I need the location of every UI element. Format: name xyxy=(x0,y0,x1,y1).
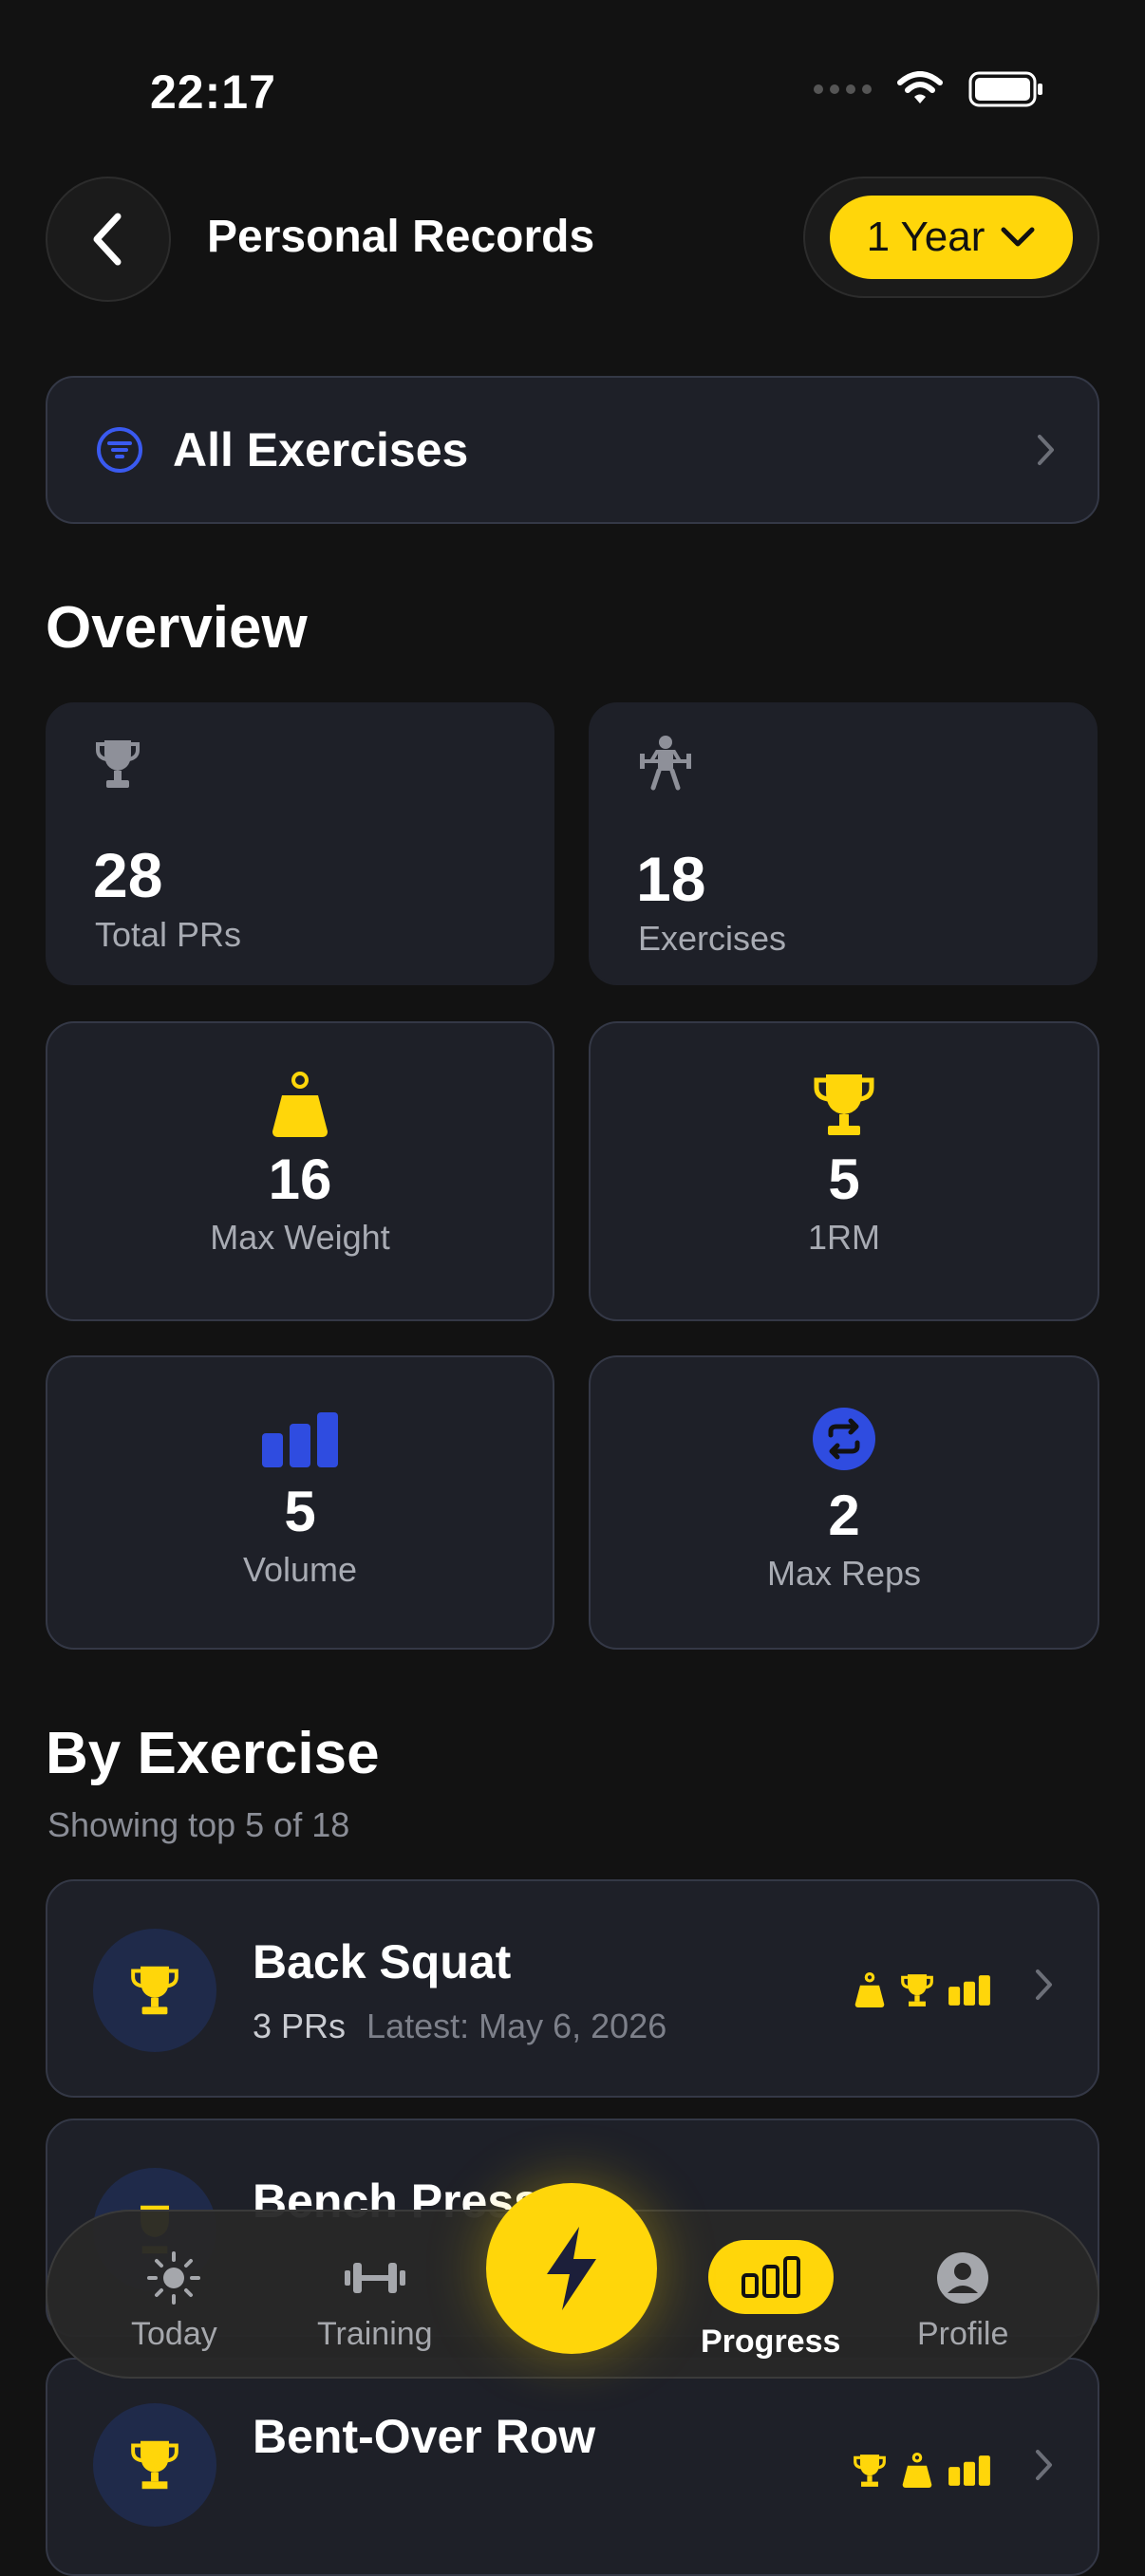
exercise-avatar xyxy=(93,2403,216,2527)
bar-chart-icon xyxy=(741,2256,800,2298)
exercise-name: Bent-Over Row xyxy=(253,2410,596,2463)
weightlifter-icon xyxy=(640,736,691,791)
trophy-icon xyxy=(901,1974,933,2007)
tab-progress[interactable]: Progress xyxy=(701,2240,840,2361)
one-rm-label: 1RM xyxy=(807,1218,880,1257)
period-selector: 1 Year xyxy=(803,177,1099,298)
by-exercise-title: By Exercise xyxy=(46,1721,380,1786)
exercise-filter[interactable]: All Exercises xyxy=(46,376,1099,524)
quick-action-button[interactable] xyxy=(486,2183,657,2354)
cellular-signal-icon xyxy=(814,84,872,94)
page-title: Personal Records xyxy=(207,212,595,262)
sun-icon xyxy=(147,2251,201,2305)
exercises-label: Exercises xyxy=(638,919,787,958)
exercises-value: 18 xyxy=(636,844,706,914)
bar-chart-icon xyxy=(948,2455,990,2486)
max-weight-value: 16 xyxy=(268,1148,332,1211)
exercise-avatar xyxy=(93,1929,216,2052)
pr-type-icons xyxy=(853,2453,991,2489)
kettlebell-icon xyxy=(272,1072,328,1137)
progress-pill xyxy=(707,2240,834,2314)
exercise-row-bent-over-row[interactable]: Bent-Over Row xyxy=(46,2358,1099,2576)
exercise-name: Back Squat xyxy=(253,1935,512,1988)
max-reps-card[interactable]: 2 Max Reps xyxy=(589,1355,1099,1650)
volume-card[interactable]: 5 Volume xyxy=(46,1355,554,1650)
battery-icon xyxy=(968,71,1042,107)
by-exercise-subtitle: Showing top 5 of 18 xyxy=(47,1805,350,1844)
max-reps-value: 2 xyxy=(828,1484,860,1547)
wifi-icon xyxy=(897,71,943,103)
back-button[interactable] xyxy=(46,177,171,302)
one-rm-card[interactable]: 5 1RM xyxy=(589,1021,1099,1321)
tab-today[interactable]: Today xyxy=(131,2249,217,2353)
one-rm-value: 5 xyxy=(828,1148,860,1211)
max-reps-label: Max Reps xyxy=(766,1554,922,1593)
pr-type-icons xyxy=(853,1972,991,2008)
repeat-icon xyxy=(813,1408,875,1470)
total-prs-card: 28 Total PRs xyxy=(46,702,554,985)
total-prs-value: 28 xyxy=(93,840,163,910)
exercise-latest-date: Latest: May 6, 2026 xyxy=(366,2007,667,2045)
tab-training[interactable]: Training xyxy=(317,2249,433,2353)
tab-progress-label: Progress xyxy=(701,2324,841,2360)
period-dropdown-button[interactable]: 1 Year xyxy=(830,196,1073,279)
chevron-down-icon xyxy=(1001,227,1035,247)
trophy-icon xyxy=(131,1966,178,2015)
total-prs-label: Total PRs xyxy=(95,915,242,954)
trophy-icon xyxy=(96,740,140,788)
chevron-right-icon xyxy=(1036,2450,1052,2480)
volume-label: Volume xyxy=(242,1550,358,1589)
bar-chart-icon xyxy=(262,1412,338,1467)
max-weight-label: Max Weight xyxy=(210,1218,390,1257)
exercise-meta: 3 PRs Latest: May 6, 2026 xyxy=(253,2007,666,2046)
status-time: 22:17 xyxy=(150,65,276,119)
bar-chart-icon xyxy=(948,1975,990,2006)
exercises-card: 18 Exercises xyxy=(589,702,1098,985)
exercise-pr-count: 3 PRs xyxy=(253,2007,347,2045)
profile-icon xyxy=(937,2252,989,2304)
max-weight-card[interactable]: 16 Max Weight xyxy=(46,1021,554,1321)
lightning-bolt-icon xyxy=(547,2227,596,2310)
chevron-right-icon xyxy=(1038,435,1054,465)
dumbbell-icon xyxy=(344,2263,405,2293)
trophy-icon xyxy=(814,1074,874,1135)
volume-value: 5 xyxy=(284,1480,316,1543)
filter-icon xyxy=(97,427,142,473)
trophy-icon xyxy=(131,2440,178,2490)
tab-today-label: Today xyxy=(131,2316,217,2352)
trophy-icon xyxy=(854,2455,886,2487)
kettlebell-icon xyxy=(902,2453,932,2488)
filter-label: All Exercises xyxy=(173,423,469,476)
exercise-row-back-squat[interactable]: Back Squat 3 PRs Latest: May 6, 2026 xyxy=(46,1879,1099,2098)
period-label: 1 Year xyxy=(866,214,985,260)
tab-training-label: Training xyxy=(317,2316,433,2352)
chevron-left-icon xyxy=(93,213,122,266)
tab-profile[interactable]: Profile xyxy=(917,2249,1008,2353)
chevron-right-icon xyxy=(1036,1969,1052,2000)
tab-profile-label: Profile xyxy=(917,2316,1009,2352)
overview-title: Overview xyxy=(46,595,308,661)
status-icons xyxy=(814,70,1044,108)
kettlebell-icon xyxy=(854,1972,885,2007)
